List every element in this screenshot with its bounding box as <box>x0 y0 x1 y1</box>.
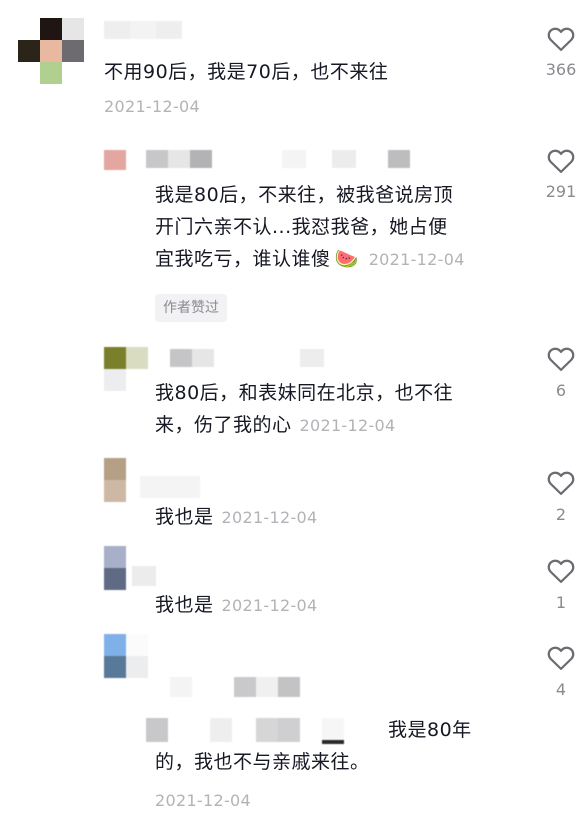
username-masked[interactable] <box>160 349 360 369</box>
comment-text: 我也是 2021-12-04 <box>155 506 318 528</box>
like-count: 1 <box>555 593 567 612</box>
watermelon-emoji-icon: 🍉 <box>334 248 359 270</box>
avatar[interactable] <box>104 347 148 391</box>
heart-outline-icon[interactable] <box>546 146 576 174</box>
heart-outline-icon[interactable] <box>546 344 576 372</box>
avatar[interactable] <box>104 634 148 678</box>
username-masked[interactable] <box>170 677 310 699</box>
comment-date: 2021-12-04 <box>221 596 318 615</box>
comment-date: 2021-12-04 <box>104 97 200 116</box>
username-masked[interactable] <box>140 476 200 498</box>
heart-outline-icon[interactable] <box>546 643 576 671</box>
avatar[interactable] <box>104 546 126 590</box>
comment-text: 我是80年 的，我也不与亲戚来往。 <box>155 719 472 773</box>
username-masked[interactable] <box>104 21 188 41</box>
comment-date: 2021-12-04 <box>299 416 396 435</box>
username-masked[interactable] <box>132 150 422 170</box>
comment-date: 2021-12-04 <box>368 250 465 269</box>
comment-text: 我也是 2021-12-04 <box>155 594 318 616</box>
like-count: 291 <box>545 182 577 201</box>
like-count: 2 <box>555 505 567 524</box>
like-count: 366 <box>545 60 577 79</box>
author-liked-badge: 作者赞过 <box>155 294 227 322</box>
avatar[interactable] <box>104 458 126 502</box>
comment-date: 2021-12-04 <box>221 508 318 527</box>
avatar[interactable] <box>104 150 126 170</box>
heart-outline-icon[interactable] <box>546 24 576 52</box>
comment-text: 我80后，和表妹同在北京，也不往 来，伤了我的心 2021-12-04 <box>155 382 454 436</box>
comment-text: 我是80后，不来往，被我爸说房顶 开门六亲不认...我怼我爸，她占便 宜我吃亏，… <box>155 184 465 270</box>
like-count: 6 <box>555 381 567 400</box>
like-count: 4 <box>555 680 567 699</box>
heart-outline-icon[interactable] <box>546 468 576 496</box>
heart-outline-icon[interactable] <box>546 556 576 584</box>
comment-date: 2021-12-04 <box>155 791 251 810</box>
comment-text: 不用90后，我是70后，也不来往 <box>104 61 389 83</box>
username-masked[interactable] <box>132 566 156 586</box>
avatar[interactable] <box>18 18 84 84</box>
